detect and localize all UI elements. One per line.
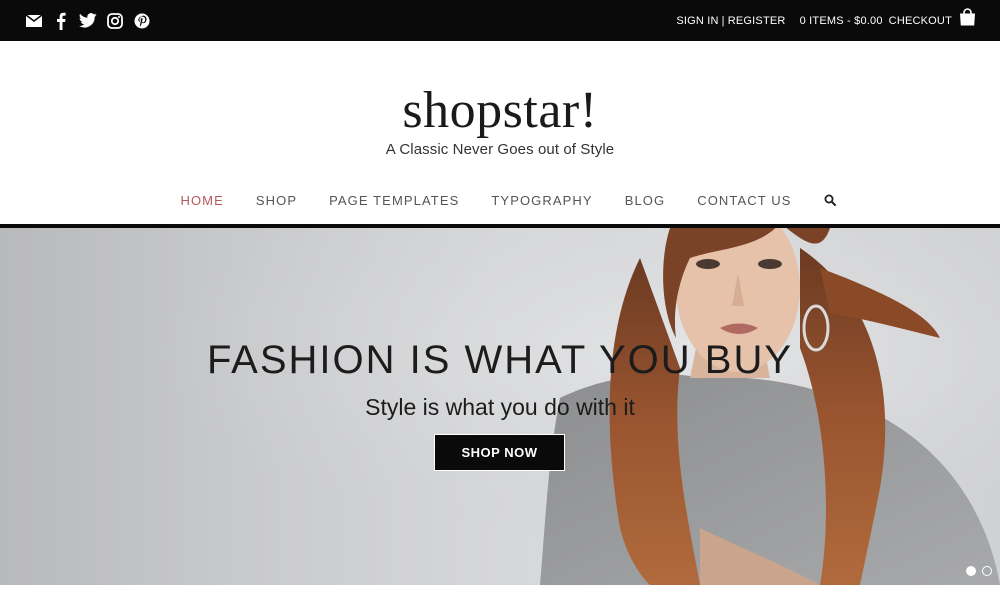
- hero-title: FASHION IS WHAT YOU BUY: [206, 338, 794, 382]
- slider-dot[interactable]: [982, 566, 992, 576]
- nav-item-home[interactable]: HOME: [180, 193, 223, 208]
- register-link[interactable]: REGISTER: [728, 15, 786, 27]
- site-branding: shopstar! A Classic Never Goes out of St…: [0, 41, 1000, 159]
- instagram-icon[interactable]: [105, 11, 124, 30]
- pinterest-icon[interactable]: [132, 11, 151, 30]
- cart-summary-link[interactable]: 0 ITEMS - $0.00: [800, 15, 883, 27]
- hero-subtitle: Style is what you do with it: [365, 394, 635, 420]
- account-links: SIGN IN | REGISTER 0 ITEMS - $0.00 CHECK…: [676, 8, 976, 29]
- top-bar: SIGN IN | REGISTER 0 ITEMS - $0.00 CHECK…: [0, 0, 1000, 41]
- search-icon[interactable]: [824, 194, 836, 206]
- hero-slider: FASHION IS WHAT YOU BUY Style is what yo…: [0, 228, 1000, 585]
- slider-dot-active[interactable]: [966, 566, 976, 576]
- main-navigation: HOME SHOP PAGE TEMPLATES TYPOGRAPHY BLOG…: [0, 188, 1000, 212]
- social-links: [24, 11, 151, 30]
- nav-item-page-templates[interactable]: PAGE TEMPLATES: [329, 193, 459, 208]
- twitter-icon[interactable]: [78, 11, 97, 30]
- facebook-icon[interactable]: [51, 11, 70, 30]
- account-separator: |: [721, 14, 725, 27]
- nav-item-typography[interactable]: TYPOGRAPHY: [491, 193, 592, 208]
- shop-now-button[interactable]: SHOP NOW: [434, 434, 565, 471]
- slider-pagination: [966, 566, 992, 576]
- site-tagline: A Classic Never Goes out of Style: [385, 141, 615, 158]
- sign-in-link[interactable]: SIGN IN: [676, 15, 718, 27]
- site-logo[interactable]: shopstar!: [0, 83, 1000, 139]
- checkout-link[interactable]: CHECKOUT: [889, 15, 952, 27]
- nav-item-shop[interactable]: SHOP: [256, 193, 297, 208]
- nav-item-contact-us[interactable]: CONTACT US: [697, 193, 791, 208]
- email-icon[interactable]: [24, 11, 43, 30]
- shopping-bag-icon[interactable]: [959, 8, 976, 29]
- nav-item-blog[interactable]: BLOG: [625, 193, 666, 208]
